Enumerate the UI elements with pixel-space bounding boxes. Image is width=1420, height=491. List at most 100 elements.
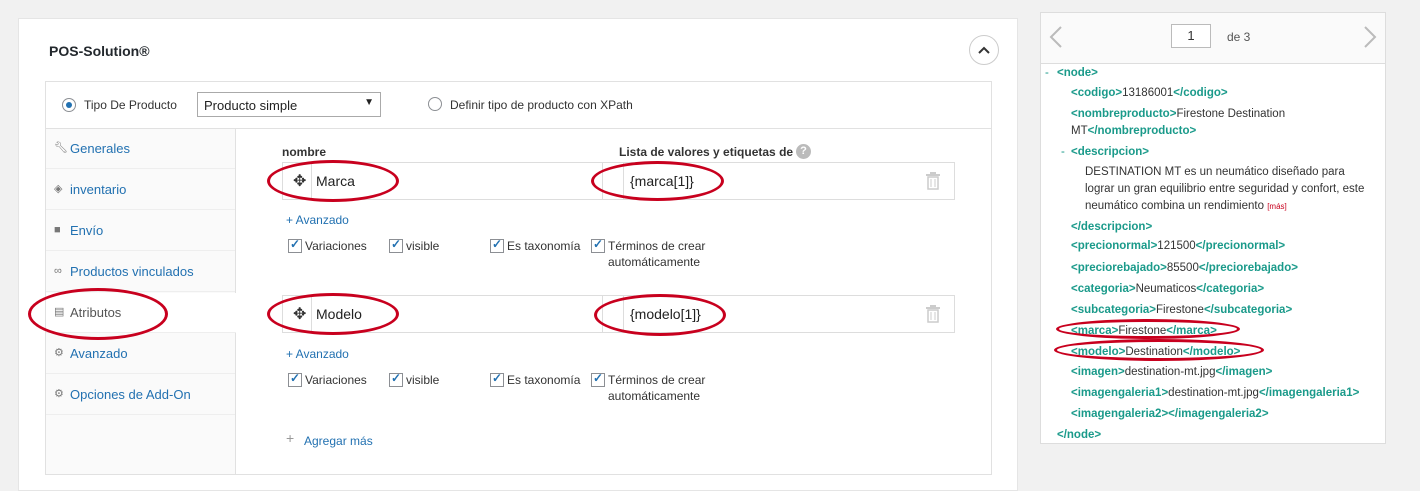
sidebar-item-label: Productos vinculados [70, 264, 194, 279]
help-icon[interactable]: ? [796, 144, 811, 159]
sidebar-item-inventario[interactable]: ◈ inventario [46, 170, 235, 210]
move-icon[interactable]: ✥ [293, 171, 306, 191]
visible-label: visible [406, 373, 440, 387]
xml-preciorebajado: <preciorebajado>85500</preciorebajado> [1071, 262, 1298, 274]
xml-node-open: <node> [1057, 67, 1098, 79]
sidebar-item-label: Avanzado [70, 346, 128, 361]
sidebar-item-atributos[interactable]: ▤ Atributos [46, 293, 236, 333]
page-number-input[interactable]: 1 [1171, 24, 1211, 48]
sidebar-item-label: Generales [70, 141, 130, 156]
xml-nombre-2: MT</nombreproducto> [1071, 125, 1197, 137]
attribute-row-modelo: ✥ Modelo {modelo[1]} [282, 295, 955, 333]
trash-icon[interactable] [925, 172, 941, 190]
panel-title: POS-Solution® [49, 43, 150, 59]
product-type-bar: Tipo De Producto Producto simple ▼ Defin… [46, 82, 991, 129]
xml-nombre-1: <nombreproducto>Firestone Destination [1071, 108, 1286, 120]
sidebar-item-opciones-add-on[interactable]: ⚙ Opciones de Add-On [46, 375, 235, 415]
taxonomy-label: Es taxonomía [507, 239, 581, 253]
chevron-right-icon[interactable] [1363, 25, 1377, 49]
product-type-label: Tipo De Producto [84, 98, 177, 112]
list-icon: ▤ [54, 306, 65, 318]
attribute-name-input[interactable]: Marca [311, 163, 603, 199]
sidebar-item-avanzado[interactable]: ⚙ Avanzado [46, 334, 235, 374]
taxonomy-checkbox[interactable] [490, 237, 504, 253]
collapse-button[interactable] [969, 35, 999, 65]
attribute-name-input[interactable]: Modelo [311, 296, 603, 332]
tag-icon: ◈ [54, 183, 63, 195]
auto-terms-checkbox[interactable] [591, 371, 605, 387]
taxonomy-checkbox[interactable] [490, 371, 504, 387]
attribute-values-input[interactable]: {modelo[1]} [623, 296, 914, 332]
product-type-select[interactable]: Producto simple ▼ [197, 92, 381, 117]
attribute-row-marca: ✥ Marca {marca[1]} [282, 162, 955, 200]
xml-descripcion-3: neumático combina un rendimiento [más] [1085, 198, 1287, 215]
sidebar-item-label: Envío [70, 223, 104, 238]
chevron-left-icon[interactable] [1049, 25, 1063, 49]
wrench-icon: 🔧︎ [54, 142, 68, 154]
xml-categoria: <categoria>Neumaticos</categoria> [1071, 283, 1265, 295]
visible-checkbox[interactable] [389, 237, 403, 253]
xml-descripcion-close: </descripcion> [1071, 221, 1153, 233]
product-tabs-sidebar: 🔧︎ Generales ◈ inventario ■ Envío ∞ Prod… [46, 129, 236, 474]
xml-subcategoria: <subcategoria>Firestone</subcategoria> [1071, 304, 1293, 316]
auto-terms-label-2: automáticamente [608, 389, 701, 403]
xml-descripcion-1: DESTINATION MT es un neumático diseñado … [1085, 166, 1345, 178]
product-type-select-value: Producto simple [204, 98, 298, 113]
trash-icon[interactable] [925, 305, 941, 323]
xml-descripcion-open: <descripcion> [1071, 146, 1149, 158]
add-more-link[interactable]: Agregar más [304, 434, 373, 448]
auto-terms-label-1: Términos de crear [608, 373, 706, 387]
xml-descripcion-3-text: neumático combina un rendimiento [1085, 200, 1264, 212]
gear-icon: ⚙ [54, 388, 64, 400]
visible-checkbox[interactable] [389, 371, 403, 387]
sidebar-item-label: Opciones de Add-On [70, 387, 191, 402]
truck-icon: ■ [54, 224, 61, 236]
sidebar-item-generales[interactable]: 🔧︎ Generales [46, 129, 235, 169]
variations-checkbox[interactable] [288, 371, 302, 387]
xml-modelo: <modelo>Destination</modelo> [1071, 346, 1241, 358]
page-count-label: de 3 [1227, 30, 1251, 44]
xml-descripcion-2: lograr un gran equilibrio entre segurida… [1085, 183, 1365, 195]
sidebar-item-label: Atributos [70, 305, 122, 320]
caret-down-icon: ▼ [364, 97, 374, 108]
xml-imagengaleria1: <imagengaleria1>destination-mt.jpg</imag… [1071, 387, 1360, 399]
chevron-up-icon [978, 46, 990, 54]
collapse-node-toggle[interactable]: - [1045, 65, 1049, 81]
attribute-name-value: Marca [316, 173, 355, 189]
xml-node-close: </node> [1057, 429, 1102, 441]
pos-solution-panel: POS-Solution® Tipo De Producto Producto … [18, 18, 1018, 491]
gear-icon: ⚙ [54, 347, 64, 359]
xml-marca: <marca>Firestone</marca> [1071, 325, 1217, 337]
product-data-box: Tipo De Producto Producto simple ▼ Defin… [45, 81, 992, 475]
xml-pagination: 1 de 3 [1041, 13, 1385, 64]
taxonomy-label: Es taxonomía [507, 373, 581, 387]
sidebar-item-label: inventario [70, 182, 127, 197]
move-icon[interactable]: ✥ [293, 304, 306, 324]
advanced-link-modelo[interactable]: + Avanzado [286, 347, 349, 361]
more-link[interactable]: [más] [1267, 202, 1287, 211]
visible-label: visible [406, 239, 440, 253]
sidebar-item-productos-vinculados[interactable]: ∞ Productos vinculados [46, 252, 235, 292]
xpath-type-label: Definir tipo de producto con XPath [450, 98, 633, 112]
variations-checkbox[interactable] [288, 237, 302, 253]
name-column-header: nombre [282, 145, 327, 159]
xpath-type-radio[interactable] [428, 97, 442, 111]
xml-imagengaleria2: <imagengaleria2></imagengaleria2> [1071, 408, 1269, 420]
attribute-values-input[interactable]: {marca[1]} [623, 163, 914, 199]
auto-terms-checkbox[interactable] [591, 237, 605, 253]
product-type-radio[interactable] [62, 98, 76, 112]
auto-terms-label-2: automáticamente [608, 255, 701, 269]
link-icon: ∞ [54, 265, 62, 277]
variations-label: Variaciones [305, 239, 367, 253]
xml-viewer-panel: 1 de 3 - <node> <codigo>13186001</codigo… [1040, 12, 1386, 444]
xml-imagen: <imagen>destination-mt.jpg</imagen> [1071, 366, 1273, 378]
plus-icon: + [286, 430, 295, 446]
collapse-desc-toggle[interactable]: - [1061, 144, 1065, 160]
attribute-values-value: {marca[1]} [630, 173, 694, 189]
auto-terms-label-1: Términos de crear [608, 239, 706, 253]
values-column-header: Lista de valores y etiquetas de [619, 145, 794, 159]
advanced-link-marca[interactable]: + Avanzado [286, 213, 349, 227]
attribute-values-value: {modelo[1]} [630, 306, 701, 322]
sidebar-item-envio[interactable]: ■ Envío [46, 211, 235, 251]
attribute-name-value: Modelo [316, 306, 362, 322]
